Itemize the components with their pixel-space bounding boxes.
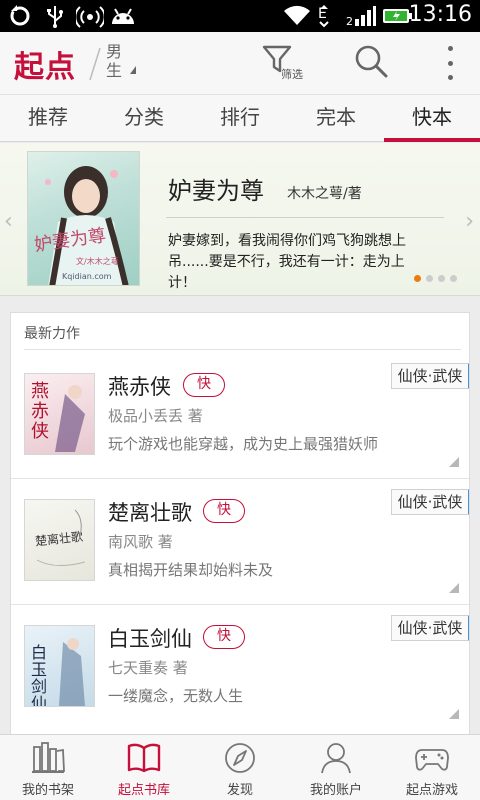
banner-prev-icon[interactable]: ‹ — [4, 209, 13, 234]
gender-switch[interactable]: 男生 — [106, 42, 128, 80]
section-heading: 最新力作 — [24, 326, 80, 342]
wifi-hotspot-icon — [76, 4, 104, 28]
category-tag[interactable]: 仙侠·武侠 — [391, 363, 469, 389]
nav-book-library[interactable]: 起点书库 — [96, 735, 192, 800]
filter-label: 筛选 — [281, 68, 303, 81]
banner-page-indicator — [414, 275, 457, 282]
signal-icon: 2 — [346, 4, 376, 28]
book-author: 南风歌 著 — [108, 533, 173, 551]
corner-indicator-icon — [449, 709, 459, 719]
bottom-navigation: 我的书架 起点书库 发现 我的账户 起点游戏 — [0, 734, 480, 800]
nav-discover[interactable]: 发现 — [192, 735, 288, 800]
banner-book-title[interactable]: 妒妻为尊 — [168, 171, 264, 206]
cover-site: Kqidian.com — [62, 272, 112, 281]
data-e-icon: E — [316, 4, 334, 28]
category-tabs: 推荐 分类 排行 完本 快本 — [0, 94, 480, 142]
nav-bookshelf[interactable]: 我的书架 — [0, 735, 96, 800]
book-cover[interactable]: 白玉剑仙 — [24, 625, 95, 707]
svg-text:2: 2 — [346, 15, 353, 27]
book-title[interactable]: 楚离壮歌 — [108, 497, 192, 527]
banner-next-icon[interactable]: › — [465, 209, 474, 234]
more-button[interactable] — [440, 46, 460, 80]
tab-category[interactable]: 分类 — [96, 95, 192, 141]
more-icon — [447, 46, 453, 51]
book-title[interactable]: 白玉剑仙 — [108, 623, 192, 653]
bookshelf-icon — [32, 742, 65, 773]
book-item[interactable]: 白玉剑仙 白玉剑仙 快 七天重奏 著 一缕魔念，无数人生 仙侠·武侠 — [11, 605, 469, 731]
tab-finished[interactable]: 完本 — [288, 95, 384, 141]
fast-badge: 快 — [203, 499, 245, 523]
category-tag[interactable]: 仙侠·武侠 — [391, 615, 469, 641]
clock: 13:16 — [408, 2, 472, 27]
nav-book-library-label: 起点书库 — [117, 783, 170, 798]
nav-discover-label: 发现 — [226, 783, 253, 798]
cover-subtitle: 文/木木之萼 — [76, 257, 119, 266]
featured-banner[interactable]: ‹ 妒妻为尊 文/木木之萼 Kqidian.com 妒妻为尊 木木之萼/著 妒妻… — [0, 143, 480, 296]
nav-my-account-label: 我的账户 — [309, 783, 362, 798]
usb-icon — [44, 4, 66, 28]
search-icon — [355, 45, 388, 78]
nav-games-label: 起点游戏 — [405, 783, 458, 798]
nav-bookshelf-label: 我的书架 — [21, 783, 74, 798]
category-tag[interactable]: 仙侠·武侠 — [391, 489, 469, 515]
gamepad-icon — [415, 749, 449, 771]
indicator-dot — [414, 275, 421, 282]
compass-icon — [225, 743, 255, 773]
tab-recommend[interactable]: 推荐 — [0, 95, 96, 141]
tab-fast-read[interactable]: 快本 — [384, 95, 480, 142]
book-description: 真相揭开结果却始料未及 — [108, 561, 274, 579]
book-cover[interactable]: 燕赤侠 — [24, 373, 95, 455]
app-bar: 起点 男生 筛选 — [0, 32, 480, 94]
logo-separator — [89, 47, 101, 81]
search-button[interactable] — [354, 44, 390, 80]
book-author: 七天重奏 著 — [108, 659, 188, 677]
banner-book-author: 木木之萼/著 — [287, 186, 362, 202]
app-logo: 起点 — [14, 50, 76, 85]
fast-badge: 快 — [183, 373, 225, 397]
book-description: 一缕魔念，无数人生 — [108, 687, 244, 705]
android-icon — [110, 4, 136, 28]
banner-book-description: 妒妻嫁到，看我闹得你们鸡飞狗跳想上吊......要是不行，我还有一计：走为上计！ — [168, 233, 406, 291]
banner-book-cover[interactable]: 妒妻为尊 文/木木之萼 Kqidian.com — [27, 151, 140, 286]
book-author: 极品小丢丢 著 — [108, 407, 203, 425]
book-item[interactable]: 燕赤侠 燕赤侠 快 极品小丢丢 著 玩个游戏也能穿越，成为史上最强猎妖师 仙侠·… — [11, 353, 469, 479]
section-divider — [24, 349, 461, 350]
banner-divider — [166, 217, 444, 218]
fast-badge: 快 — [203, 625, 245, 649]
wifi-icon — [282, 4, 312, 28]
book-description: 玩个游戏也能穿越，成为史上最强猎妖师 — [108, 435, 379, 453]
user-icon — [321, 743, 351, 774]
sync-icon — [8, 4, 32, 28]
nav-games[interactable]: 起点游戏 — [384, 735, 480, 800]
indicator-dot — [438, 275, 445, 282]
gender-dropdown-icon[interactable] — [130, 66, 136, 74]
tab-ranking[interactable]: 排行 — [192, 95, 288, 141]
book-item[interactable]: 楚离壮歌 楚离壮歌 快 南风歌 著 真相揭开结果却始料未及 仙侠·武侠 — [11, 479, 469, 605]
status-bar: E 2 13:16 — [0, 0, 480, 32]
book-title[interactable]: 燕赤侠 — [108, 371, 171, 401]
book-library-icon — [127, 743, 161, 773]
corner-indicator-icon — [449, 457, 459, 467]
book-cover[interactable]: 楚离壮歌 — [24, 499, 95, 581]
corner-indicator-icon — [449, 583, 459, 593]
indicator-dot — [426, 275, 433, 282]
latest-works-section: 最新力作 燕赤侠 燕赤侠 快 极品小丢丢 著 玩个游戏也能穿越，成为史上最强猎妖… — [10, 312, 470, 738]
nav-my-account[interactable]: 我的账户 — [288, 735, 384, 800]
indicator-dot — [450, 275, 457, 282]
